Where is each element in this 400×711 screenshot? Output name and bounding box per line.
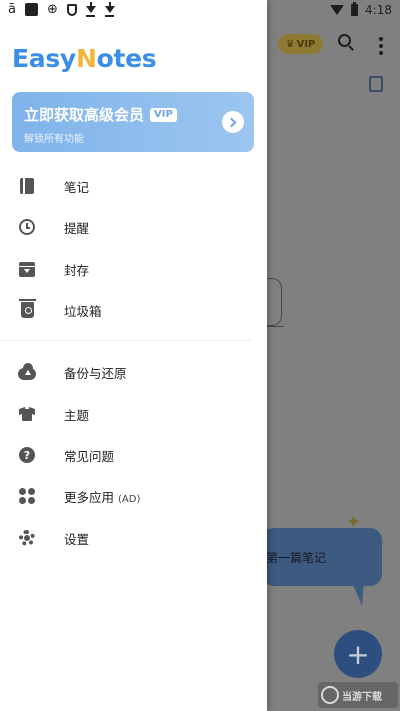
watermark: 当游下载 [318,682,398,708]
battery-icon [351,2,359,16]
notes-icon [20,178,34,194]
app-icon [24,3,38,16]
alarm-icon [19,219,35,235]
menu-item-notes[interactable]: 笔记 [0,166,267,206]
vip-label: VIP [296,38,316,50]
add-note-button[interactable]: + [334,630,382,678]
sim-icon: ⊕ [46,2,58,17]
menu-item-backup-restore[interactable]: 备份与还原 [0,352,267,392]
menu-divider [0,340,252,341]
help-icon: ? [19,447,35,463]
chevron-right-icon[interactable] [222,111,244,133]
menu-item-label: 封存 [64,262,90,278]
app-logo: EasyNotes [12,44,157,73]
menu-item-label: 更多应用 [64,489,115,505]
wifi-icon [330,5,345,15]
menu-item-label: 主题 [64,407,90,423]
notification-icon: ā [8,2,16,17]
menu-item-label: 提醒 [64,220,90,236]
apps-icon [19,488,35,504]
download-icon [104,2,115,17]
vip-badge: VIP [150,107,177,122]
status-bar-left: ā ⊕ [8,2,115,17]
watermark-logo-icon [321,686,339,704]
menu-item-label: 笔记 [64,179,90,195]
menu-item-settings[interactable]: 设置 [0,518,267,558]
vip-button[interactable]: ♛ VIP [278,34,323,54]
trash-icon [18,299,36,318]
menu-item-label: 设置 [64,531,90,547]
cloud-upload-icon [18,362,36,380]
empty-hint-bubble: 第一篇笔记 [262,528,382,586]
download-icon [85,2,96,17]
menu-item-archive[interactable]: 封存 [0,249,267,289]
empty-hint-text: 第一篇笔记 [266,550,327,565]
premium-title: 立即获取高级会员 [24,106,145,124]
empty-hint-bubble-tail [352,582,364,606]
menu-item-more-apps[interactable]: 更多应用 (AD) [0,476,267,516]
settings-icon [19,530,35,546]
menu-item-theme[interactable]: 主题 [0,394,267,434]
watermark-text: 当游下载 [342,691,382,703]
menu-item-label: 垃圾箱 [64,303,102,319]
archive-icon [19,261,35,277]
menu-item-reminders[interactable]: 提醒 [0,207,267,247]
menu-item-trash[interactable]: 垃圾箱 [0,290,267,330]
premium-banner[interactable]: 立即获取高级会员 VIP 解锁所有功能 [12,92,254,152]
menu-item-label: 备份与还原 [64,365,127,381]
empty-illustration-line [266,326,284,327]
search-icon[interactable] [338,34,356,52]
empty-illustration [266,278,282,326]
menu-item-label: 常见问题 [64,448,115,464]
more-vert-icon[interactable] [379,37,383,55]
plus-icon: + [346,637,370,671]
shield-icon [66,3,77,16]
ad-tag: (AD) [118,493,141,505]
navigation-drawer: ā ⊕ EasyNotes 立即获取高级会员 VIP 解锁所有功能 笔记 提醒 … [0,0,267,711]
premium-subtitle: 解锁所有功能 [24,134,84,145]
status-time: 4:18 [365,3,392,17]
sort-icon[interactable] [369,76,383,92]
menu-item-faq[interactable]: ? 常见问题 [0,435,267,475]
crown-icon: ♛ [285,38,295,50]
shirt-icon [19,406,35,421]
